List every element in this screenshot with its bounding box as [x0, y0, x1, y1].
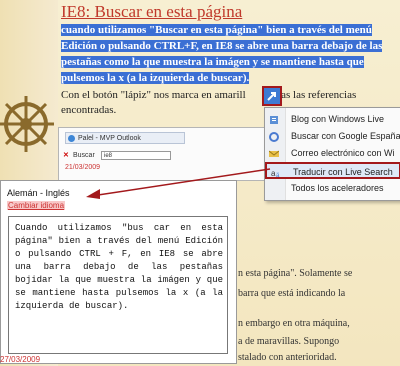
menu-item-label: Correo electrónico con Wi: [291, 148, 395, 158]
selected-line: Edición o pulsando CTRL+F, en IE8 se abr…: [61, 40, 383, 52]
google-icon: [269, 132, 279, 142]
ship-wheel-icon: [0, 96, 54, 152]
selected-paragraph: cuando utilizamos "Buscar en esta página…: [61, 22, 397, 86]
menu-item-translate[interactable]: aä Traducir con Live Search: [265, 162, 400, 179]
menu-item-all-accelerators[interactable]: Todos los aceleradores: [265, 180, 400, 197]
body-fragment: n esta página". Solamente se: [238, 268, 353, 279]
change-language-link[interactable]: Cambiar idioma: [7, 201, 66, 210]
find-label: Buscar: [73, 152, 95, 159]
accelerator-arrow-icon: [265, 89, 279, 103]
menu-item-google[interactable]: Buscar con Google España: [265, 128, 400, 145]
selected-line: cuando utilizamos "Buscar en esta página…: [61, 24, 372, 36]
body-fragment: a de maravillas. Supongo: [238, 336, 340, 347]
translation-date: 27/03/2009: [0, 355, 41, 364]
pointer-arrow: [86, 168, 271, 199]
selected-line: pestañas como la que muestra la imágen y…: [61, 56, 364, 68]
body-fragment: barra que está indicando la: [238, 288, 346, 299]
menu-item-label: Todos los aceleradores: [291, 183, 384, 193]
browser-tab-title: Palel - MVP Outlook: [78, 135, 141, 142]
body-fragment: stalado con anterioridad.: [238, 352, 337, 363]
selected-line: pulsemos la x (a la izquierda de buscar)…: [61, 72, 250, 84]
menu-item-label: Traducir con Live Search: [293, 167, 393, 177]
menu-item-label: Blog con Windows Live: [291, 114, 385, 124]
accelerator-button[interactable]: [262, 86, 282, 106]
menu-item-blog[interactable]: Blog con Windows Live: [265, 111, 400, 128]
language-pair: Alemán - Inglés: [7, 188, 70, 198]
ie-icon: [68, 135, 75, 142]
browser-tab[interactable]: Palel - MVP Outlook: [65, 132, 185, 144]
body-line: encontradas.: [61, 104, 117, 116]
translation-text: Cuando utilizamos "bus car en esta págin…: [15, 223, 223, 311]
translation-popup: Alemán - Inglés Cambiar idioma Cuando ut…: [0, 180, 237, 364]
svg-text:ä: ä: [276, 173, 280, 178]
close-icon[interactable]: ✕: [63, 150, 69, 162]
find-bar: ✕ Buscar ie8: [63, 150, 259, 162]
find-input[interactable]: ie8: [101, 151, 171, 160]
body-line-start: Con el botón "lápiz" nos marca en amaril…: [61, 89, 246, 101]
blog-icon: [270, 116, 278, 124]
mail-icon: [269, 150, 279, 157]
body-fragment: n embargo en otra máquina,: [238, 318, 350, 329]
body-line-end: das las referencias: [275, 89, 357, 101]
accelerator-context-menu: Blog con Windows Live Buscar con Google …: [264, 107, 400, 201]
menu-item-label: Buscar con Google España: [291, 131, 400, 141]
post-title[interactable]: IE8: Buscar en esta página: [61, 2, 242, 22]
translation-box: Cuando utilizamos "bus car en esta págin…: [8, 216, 228, 354]
menu-item-mail[interactable]: Correo electrónico con Wi: [265, 145, 400, 162]
